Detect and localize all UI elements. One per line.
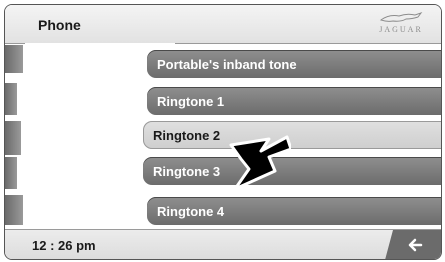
menu-item-label: Ringtone 1 [157, 94, 225, 109]
brand-logo: JAGUAR [369, 10, 433, 40]
page-title: Phone [38, 17, 81, 33]
phone-screen: Phone JAGUAR Portable's inband tone Ring… [0, 0, 445, 262]
back-button[interactable] [385, 230, 441, 259]
pointer-arrow-icon [229, 135, 291, 191]
display-frame: Phone JAGUAR Portable's inband tone Ring… [4, 4, 442, 260]
brand-wordmark: JAGUAR [379, 25, 423, 34]
menu-item-ringtone-4[interactable]: Ringtone 4 [147, 197, 441, 225]
menu-item-inband-tone[interactable]: Portable's inband tone [147, 50, 441, 78]
leaper-icon [379, 12, 423, 22]
header-bar: Phone JAGUAR [5, 5, 441, 44]
back-arrow-icon [385, 230, 441, 259]
menu-item-ringtone-3[interactable]: Ringtone 3 [143, 157, 441, 185]
side-tab-5 [5, 195, 23, 225]
side-tab-1 [5, 45, 23, 73]
menu-item-label: Ringtone 2 [153, 128, 221, 143]
menu-item-label: Ringtone 3 [153, 164, 221, 179]
side-tab-2 [5, 83, 17, 115]
menu-item-ringtone-2[interactable]: Ringtone 2 [143, 121, 441, 149]
menu-item-label: Portable's inband tone [157, 57, 297, 72]
menu-item-label: Ringtone 4 [157, 204, 225, 219]
side-tab-3 [5, 121, 21, 155]
footer-bar: 12 : 26 pm [5, 229, 441, 259]
clock-time: 12 : 26 pm [32, 238, 96, 253]
side-tab-4 [5, 157, 17, 189]
menu-item-ringtone-1[interactable]: Ringtone 1 [147, 87, 441, 115]
